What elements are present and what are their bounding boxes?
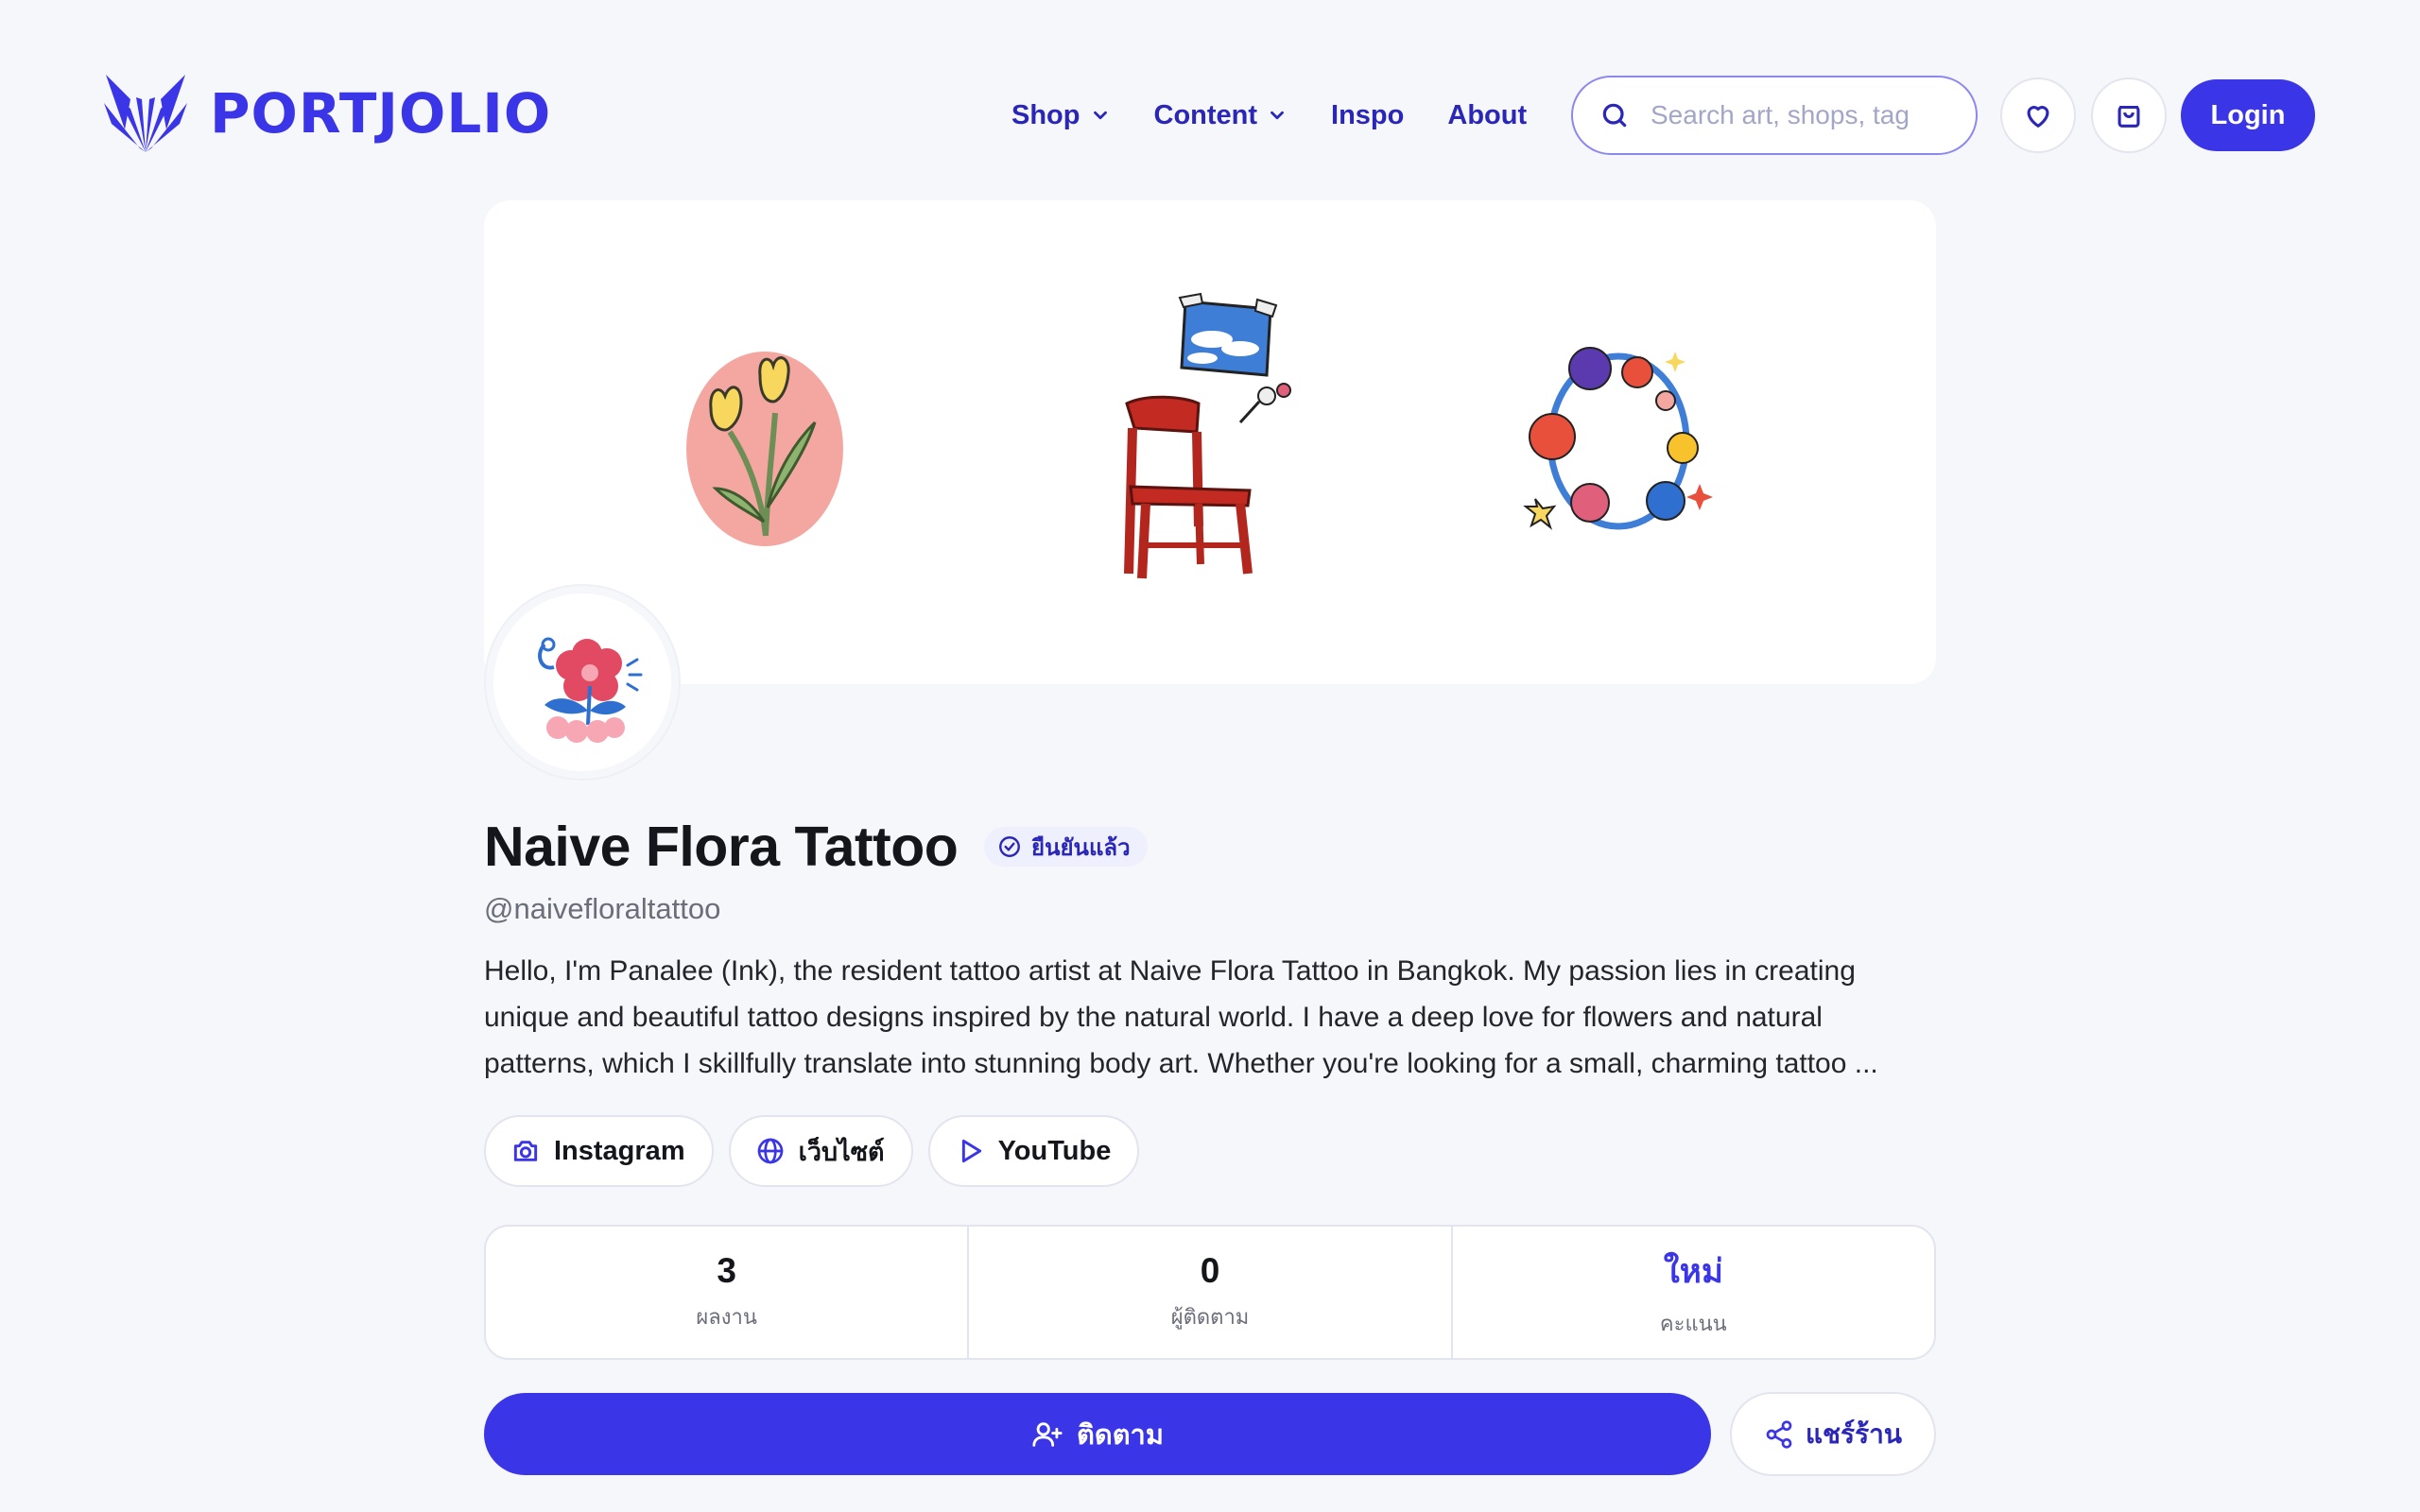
website-link[interactable]: เว็บไซต์ bbox=[728, 1115, 913, 1187]
instagram-link[interactable]: Instagram bbox=[484, 1115, 714, 1187]
shop-name: Naive Flora Tattoo bbox=[484, 816, 959, 878]
stat-rating-value: ใหม่ bbox=[1663, 1252, 1723, 1291]
wishlist-button[interactable] bbox=[2000, 77, 2076, 153]
shop-handle: @naivefloraltattoo bbox=[484, 892, 721, 925]
cart-button[interactable] bbox=[2091, 77, 2167, 153]
search-input[interactable] bbox=[1651, 100, 1962, 130]
flower-avatar-icon bbox=[538, 637, 643, 743]
youtube-link[interactable]: YouTube bbox=[927, 1115, 1140, 1187]
youtube-link-label: YouTube bbox=[997, 1135, 1112, 1166]
nav-content-label: Content bbox=[1153, 99, 1258, 130]
play-icon bbox=[961, 1139, 981, 1163]
nav-inspo[interactable]: Inspo bbox=[1331, 100, 1404, 131]
follow-button-label: ติดตาม bbox=[1077, 1418, 1164, 1451]
flower-wreath-illustration bbox=[1523, 347, 1713, 530]
cover-banner bbox=[484, 200, 1936, 684]
site-header: PORTJOLIO Shop Content Inspo About Login bbox=[0, 0, 2420, 232]
search-icon bbox=[1602, 103, 1627, 128]
main-nav: Shop Content Inspo About bbox=[1011, 90, 1570, 141]
globe-icon bbox=[757, 1138, 783, 1164]
shop-stats: 3 ผลงาน 0 ผู้ติดตาม ใหม่ คะแนน bbox=[484, 1225, 1936, 1360]
follow-button[interactable]: ติดตาม bbox=[484, 1393, 1711, 1475]
nav-shop[interactable]: Shop bbox=[1011, 100, 1111, 131]
fox-logo-icon bbox=[104, 75, 187, 152]
stat-works: 3 ผลงาน bbox=[486, 1227, 967, 1358]
social-links: Instagram เว็บไซต์ YouTube bbox=[484, 1115, 1154, 1187]
nav-about-label: About bbox=[1447, 99, 1528, 130]
verified-badge: ยืนยันแล้ว bbox=[984, 827, 1148, 867]
shop-avatar bbox=[486, 586, 679, 779]
stat-works-label: ผลงาน bbox=[696, 1306, 757, 1330]
share-button-label: แชร์ร้าน bbox=[1806, 1418, 1902, 1450]
login-button[interactable]: Login bbox=[2181, 79, 2315, 151]
chevron-down-icon bbox=[1270, 111, 1284, 120]
search-bar bbox=[1571, 76, 1978, 155]
website-link-label: เว็บไซต์ bbox=[798, 1137, 885, 1167]
stat-works-value: 3 bbox=[717, 1251, 736, 1290]
shop-bio: Hello, I'm Panalee (Ink), the resident t… bbox=[484, 955, 1878, 1079]
stat-followers-value: 0 bbox=[1200, 1251, 1220, 1290]
camera-icon bbox=[513, 1141, 538, 1161]
verified-check-icon bbox=[999, 836, 1020, 857]
nav-inspo-label: Inspo bbox=[1331, 99, 1405, 130]
instagram-link-label: Instagram bbox=[554, 1135, 685, 1166]
tulip-illustration bbox=[686, 352, 843, 546]
stat-followers-label: ผู้ติดตาม bbox=[1170, 1306, 1250, 1330]
brand-logo-link[interactable]: PORTJOLIO bbox=[102, 71, 551, 156]
share-shop-button[interactable]: แชร์ร้าน bbox=[1730, 1392, 1936, 1476]
verified-label: ยืนยันแล้ว bbox=[1031, 833, 1131, 861]
chevron-down-icon bbox=[1093, 111, 1107, 120]
user-plus-icon bbox=[1032, 1421, 1063, 1447]
chair-illustration bbox=[1124, 292, 1291, 579]
nav-about[interactable]: About bbox=[1447, 100, 1527, 131]
heart-icon bbox=[2027, 106, 2049, 128]
brand-name: PORTJOLIO bbox=[210, 81, 552, 146]
stat-followers: 0 ผู้ติดตาม bbox=[967, 1227, 1450, 1358]
stat-rating-label: คะแนน bbox=[1659, 1312, 1727, 1336]
shopping-bag-icon bbox=[2118, 105, 2140, 128]
nav-content[interactable]: Content bbox=[1154, 100, 1288, 131]
share-icon bbox=[1766, 1419, 1792, 1449]
stat-rating: ใหม่ คะแนน bbox=[1450, 1227, 1934, 1358]
nav-shop-label: Shop bbox=[1011, 99, 1080, 130]
